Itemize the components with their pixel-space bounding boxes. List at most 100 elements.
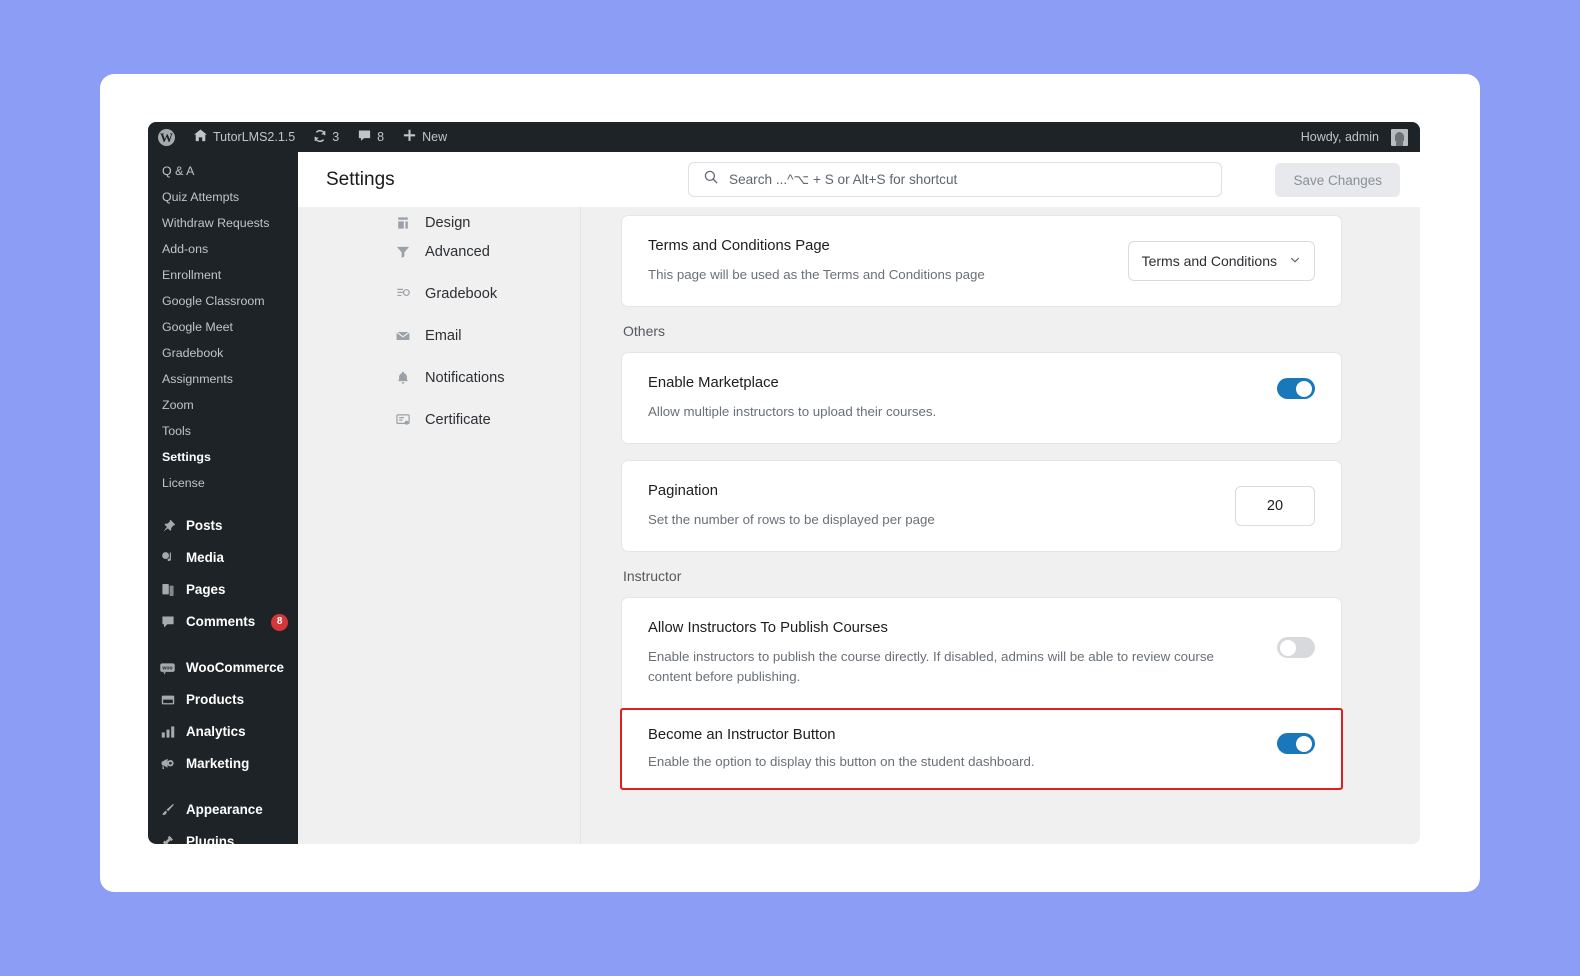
terms-row: Terms and Conditions Page This page will… (622, 216, 1341, 306)
pagination-input[interactable] (1235, 486, 1315, 526)
user-avatar-icon (1391, 128, 1408, 146)
comment-bubble-icon (357, 128, 372, 146)
terms-page-dropdown[interactable]: Terms and Conditions (1127, 241, 1315, 281)
enable-marketplace-toggle[interactable] (1277, 378, 1315, 399)
become-an-instructor-button-toggle[interactable] (1277, 733, 1315, 754)
svg-text:woo: woo (161, 665, 172, 671)
admin-bar-account[interactable]: Howdy, admin (1292, 122, 1420, 152)
terms-title: Terms and Conditions Page (648, 238, 830, 254)
search-bar[interactable] (688, 162, 1222, 197)
toggle-knob (1296, 735, 1312, 752)
sidebar-item-q-and-a[interactable]: Q & A (148, 158, 298, 184)
browser-window-card: W TutorLMS2.1.5 3 8 New Howdy, admin Q &… (100, 74, 1480, 892)
pagination-card: Pagination Set the number of rows to be … (621, 460, 1342, 552)
sidebar-item-withdraw-requests[interactable]: Withdraw Requests (148, 210, 298, 236)
admin-bar-comments[interactable]: 8 (348, 122, 393, 152)
sidebar-label: Plugins (186, 834, 235, 844)
envelope-icon (394, 328, 411, 345)
sidebar-item-analytics[interactable]: Analytics (148, 716, 298, 748)
sidebar-label: Products (186, 692, 245, 707)
sidebar-item-marketing[interactable]: Marketing (148, 748, 298, 780)
wp-admin-sidebar[interactable]: Q & A Quiz Attempts Withdraw Requests Ad… (148, 152, 298, 844)
settings-nav-item-advanced[interactable]: Advanced (298, 231, 580, 273)
site-name-label: TutorLMS2.1.5 (213, 130, 296, 144)
sidebar-item-products[interactable]: Products (148, 684, 298, 716)
enable-marketplace-card: Enable Marketplace Allow multiple instru… (621, 352, 1342, 444)
toggle-knob (1296, 380, 1312, 397)
become-instructor-texts: Become an Instructor Button Enable the o… (648, 726, 1277, 772)
sidebar-item-assignments[interactable]: Assignments (148, 366, 298, 392)
admin-bar-site-name[interactable]: TutorLMS2.1.5 (184, 122, 304, 152)
megaphone-icon (159, 756, 176, 773)
sidebar-item-tools[interactable]: Tools (148, 418, 298, 444)
sidebar-item-pages[interactable]: Pages (148, 574, 298, 606)
paintbrush-icon (159, 802, 176, 819)
comments-badge: 8 (271, 613, 289, 631)
toggle-knob (1280, 639, 1296, 656)
new-label: New (422, 130, 448, 144)
sidebar-item-media[interactable]: Media (148, 542, 298, 574)
pages-icon (159, 582, 176, 599)
sidebar-item-quiz-attempts[interactable]: Quiz Attempts (148, 184, 298, 210)
plug-icon (159, 834, 176, 844)
plus-icon (402, 128, 417, 146)
publish-courses-description: Enable instructors to publish the course… (648, 649, 1214, 684)
admin-bar-new[interactable]: New (393, 122, 456, 152)
pagination-row: Pagination Set the number of rows to be … (622, 461, 1341, 551)
sidebar-label: WooCommerce (186, 660, 284, 675)
sidebar-item-woocommerce[interactable]: woo WooCommerce (148, 652, 298, 684)
marketplace-texts: Enable Marketplace Allow multiple instru… (648, 374, 1277, 422)
settings-body: Design Advanced Gradebook Email Notifica… (298, 207, 1420, 844)
gradebook-icon (394, 286, 411, 303)
admin-bar-wp-logo[interactable]: W (148, 122, 184, 152)
marketplace-title: Enable Marketplace (648, 375, 779, 391)
allow-instructors-publish-toggle[interactable] (1277, 637, 1315, 658)
marketplace-control (1277, 374, 1315, 399)
become-instructor-control (1277, 726, 1315, 754)
settings-nav-label: Certificate (425, 412, 491, 428)
sidebar-item-settings[interactable]: Settings (148, 444, 298, 470)
sidebar-item-plugins[interactable]: Plugins (148, 826, 298, 844)
admin-bar-updates[interactable]: 3 (304, 122, 348, 152)
settings-content-column: Terms and Conditions Page This page will… (581, 207, 1420, 844)
sidebar-item-comments[interactable]: Comments 8 (148, 606, 298, 638)
sidebar-item-license[interactable]: License (148, 470, 298, 496)
comments-count: 8 (377, 130, 385, 144)
publish-courses-title: Allow Instructors To Publish Courses (648, 620, 888, 636)
sidebar-item-add-ons[interactable]: Add-ons (148, 236, 298, 262)
become-instructor-holder: Become an Instructor Button Enable the o… (620, 708, 1343, 790)
updates-icon (313, 129, 327, 146)
media-icon (159, 550, 176, 567)
sidebar-item-google-meet[interactable]: Google Meet (148, 314, 298, 340)
save-changes-button[interactable]: Save Changes (1275, 163, 1400, 197)
settings-nav-item-certificate[interactable]: Certificate (298, 399, 580, 441)
settings-nav-item-notifications[interactable]: Notifications (298, 357, 580, 399)
settings-nav-item-design[interactable]: Design (298, 215, 580, 231)
sidebar-item-posts[interactable]: Posts (148, 510, 298, 542)
settings-nav-column[interactable]: Design Advanced Gradebook Email Notifica… (298, 207, 581, 844)
terms-texts: Terms and Conditions Page This page will… (648, 237, 1128, 285)
design-icon (394, 215, 411, 231)
search-input[interactable] (729, 172, 1207, 187)
woocommerce-icon: woo (159, 660, 176, 677)
settings-nav-label: Notifications (425, 370, 505, 386)
products-icon (159, 692, 176, 709)
settings-nav-item-gradebook[interactable]: Gradebook (298, 273, 580, 315)
sidebar-item-google-classroom[interactable]: Google Classroom (148, 288, 298, 314)
publish-courses-control (1277, 619, 1315, 658)
sidebar-label: Pages (186, 582, 226, 597)
terms-control: Terms and Conditions (1127, 237, 1315, 281)
sidebar-item-appearance[interactable]: Appearance (148, 794, 298, 826)
settings-nav-item-email[interactable]: Email (298, 315, 580, 357)
pagination-control (1235, 482, 1315, 526)
settings-nav-label: Gradebook (425, 286, 498, 302)
pagination-title: Pagination (648, 483, 718, 499)
settings-nav-label: Design (425, 215, 471, 231)
sidebar-item-enrollment[interactable]: Enrollment (148, 262, 298, 288)
certificate-icon (394, 412, 411, 429)
publish-courses-row: Allow Instructors To Publish Courses Ena… (622, 598, 1341, 708)
sidebar-item-zoom[interactable]: Zoom (148, 392, 298, 418)
terms-dropdown-value: Terms and Conditions (1141, 253, 1277, 269)
sidebar-label: Media (186, 550, 224, 565)
sidebar-item-gradebook[interactable]: Gradebook (148, 340, 298, 366)
